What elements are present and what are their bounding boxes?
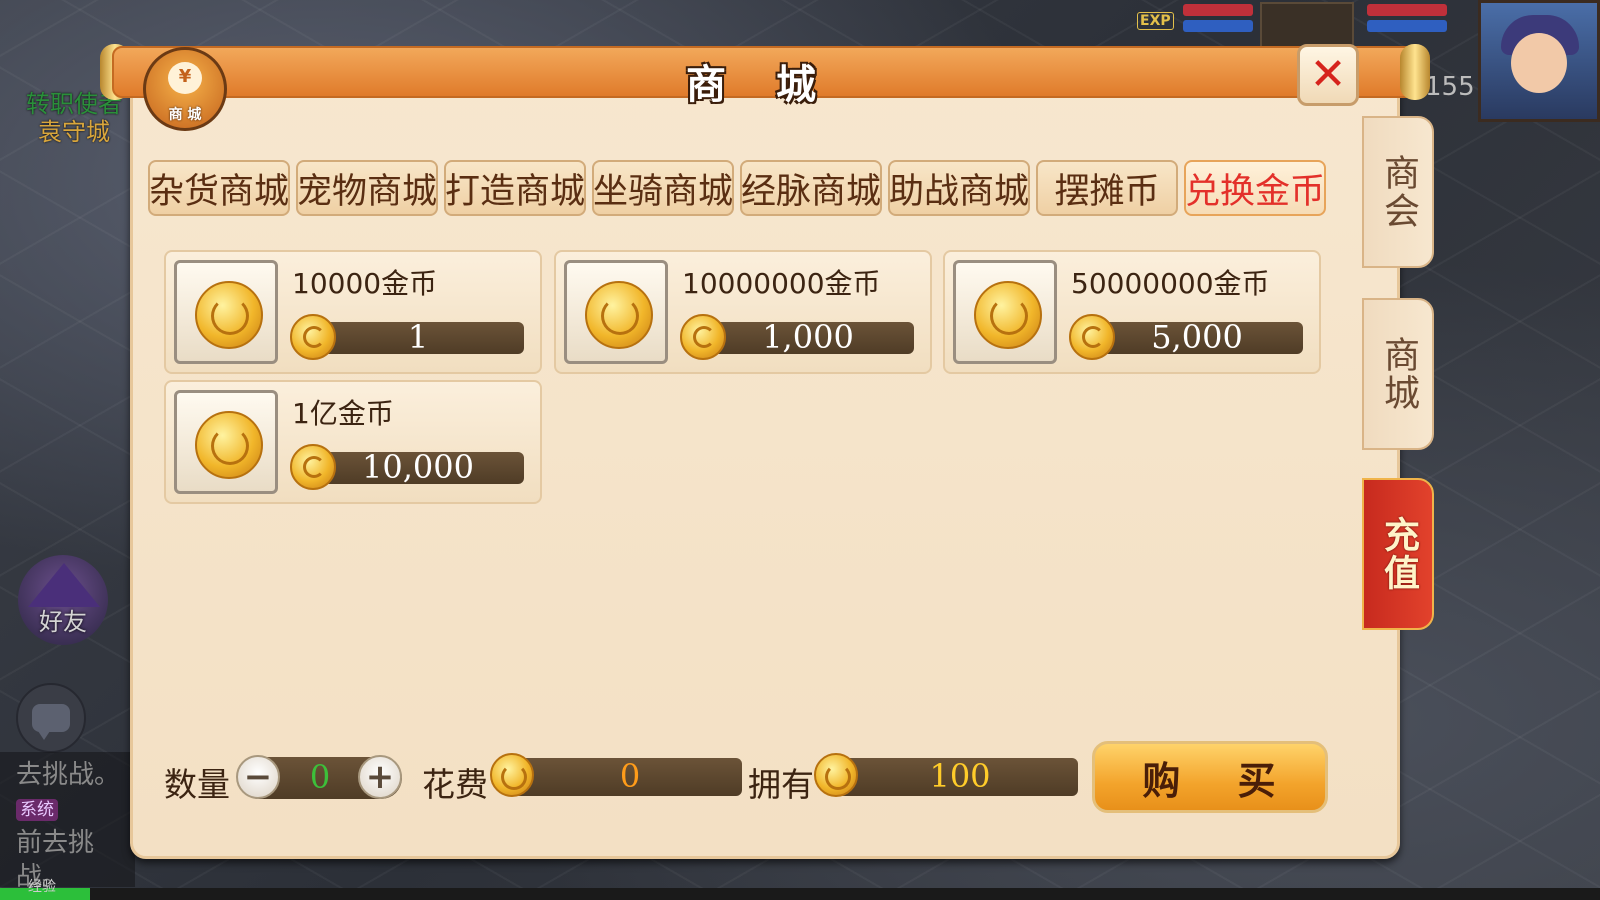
tab-exchange-gold[interactable]: 兑换金币: [1184, 160, 1326, 216]
chat-button[interactable]: [16, 683, 86, 753]
side-tab-mall[interactable]: 商城: [1362, 298, 1434, 450]
quantity-label: 数量: [164, 765, 230, 804]
item-slot: [174, 260, 278, 364]
cost-value: 0: [619, 757, 641, 795]
shop-item[interactable]: 1亿金币 10,000: [164, 380, 542, 504]
gold-coin-icon: [585, 281, 653, 349]
cost-label: 花费: [422, 765, 488, 804]
pet-status-bars: [1183, 4, 1253, 40]
shop-tabs: 杂货商城 宠物商城 打造商城 坐骑商城 经脉商城 助战商城 摆摊币 兑换金币: [148, 160, 1326, 216]
tab-crafting-shop[interactable]: 打造商城: [444, 160, 586, 216]
tab-mount-shop[interactable]: 坐骑商城: [592, 160, 734, 216]
chat-bubble-icon: [32, 704, 70, 740]
owned-value: 100: [929, 757, 991, 795]
npc-location: 袁守城: [38, 118, 110, 146]
panel-title: 商 城: [686, 62, 834, 108]
buy-button[interactable]: 购 买: [1092, 741, 1328, 813]
side-tab-recharge[interactable]: 充值: [1362, 478, 1434, 630]
close-button[interactable]: ✕: [1297, 44, 1359, 106]
chat-line: 去挑战。: [16, 760, 121, 790]
shop-item[interactable]: 10000000金币 1,000: [554, 250, 932, 374]
player-level: 155: [1425, 72, 1475, 102]
owned-label: 拥有: [748, 765, 814, 804]
close-icon: ✕: [1309, 49, 1347, 100]
tab-grocery-shop[interactable]: 杂货商城: [148, 160, 290, 216]
experience-label: 经验: [28, 879, 56, 895]
badge-text: 商 城: [168, 107, 202, 123]
decrease-quantity-button[interactable]: −: [236, 755, 280, 799]
exp-badge: EXP: [1137, 12, 1174, 30]
side-tab-label: 充值: [1378, 516, 1419, 592]
increase-quantity-button[interactable]: +: [358, 755, 402, 799]
side-tab-label: 商会: [1378, 154, 1419, 230]
item-slot: [174, 390, 278, 494]
friend-avatar-icon: [28, 563, 100, 607]
gold-coin-icon: [974, 281, 1042, 349]
title-scroll-end-right: [1400, 44, 1430, 100]
quantity-value[interactable]: 0: [280, 758, 360, 796]
experience-bar: [0, 888, 1600, 900]
tab-assist-shop[interactable]: 助战商城: [888, 160, 1030, 216]
gold-coin-icon: [195, 411, 263, 479]
tab-meridian-shop[interactable]: 经脉商城: [740, 160, 882, 216]
item-slot: [564, 260, 668, 364]
player-status-bars: [1367, 4, 1447, 32]
gold-coin-icon: [195, 281, 263, 349]
friends-label: 好友: [39, 608, 87, 636]
item-name: 10000金币: [292, 267, 438, 300]
item-name: 1亿金币: [292, 397, 394, 430]
item-price: 5,000: [1151, 318, 1243, 356]
friends-button[interactable]: 好友: [18, 555, 108, 645]
shop-bag-icon: ¥ 商 城: [143, 47, 227, 131]
yen-symbol: ¥: [178, 66, 192, 87]
tab-stall-coin[interactable]: 摆摊币: [1036, 160, 1178, 216]
shop-item[interactable]: 50000000金币 5,000: [943, 250, 1321, 374]
shop-item[interactable]: 10000金币 1: [164, 250, 542, 374]
system-tag: 系统: [16, 798, 58, 821]
player-portrait[interactable]: [1478, 0, 1600, 122]
chat-log[interactable]: 去挑战。 系统 前去挑战。: [0, 752, 135, 892]
item-price: 1,000: [762, 318, 854, 356]
item-price: 1: [407, 318, 429, 356]
side-tab-label: 商城: [1378, 336, 1419, 412]
item-slot: [953, 260, 1057, 364]
item-price: 10,000: [362, 448, 474, 486]
player-face: [1511, 33, 1567, 93]
item-name: 10000000金币: [682, 267, 881, 300]
side-tab-guild-shop[interactable]: 商会: [1362, 116, 1434, 268]
item-name: 50000000金币: [1071, 267, 1270, 300]
tab-pet-shop[interactable]: 宠物商城: [296, 160, 438, 216]
